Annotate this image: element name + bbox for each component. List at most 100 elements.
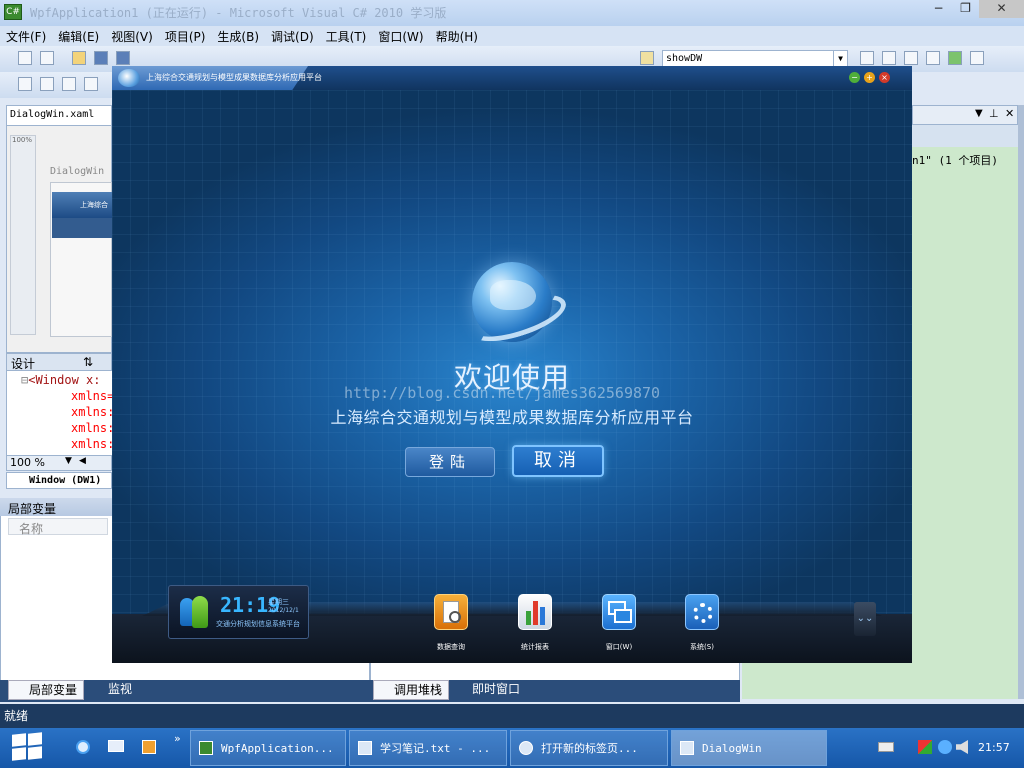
vs-logo-icon: C# <box>4 4 22 20</box>
menu-bar: 文件(F) 编辑(E) 视图(V) 项目(P) 生成(B) 调试(D) 工具(T) 窗口(W)… <box>0 26 1024 46</box>
more-pinned-icon[interactable]: » <box>174 732 181 745</box>
dialog-maximize-icon[interactable]: + <box>864 72 875 83</box>
task-notepad[interactable]: 学习笔记.txt - ... <box>349 730 507 766</box>
desktop-icon[interactable] <box>108 740 124 752</box>
solution-explorer-icon[interactable] <box>860 51 874 65</box>
ie-icon[interactable] <box>76 740 90 754</box>
menu-tools[interactable]: 工具(T) <box>320 26 373 46</box>
split-tabs: 设计 ⇅ <box>6 353 112 371</box>
swap-panes-icon[interactable]: ⇅ <box>83 355 93 369</box>
data-query-icon[interactable] <box>434 594 468 630</box>
chevron-down-icon[interactable]: ▼ <box>65 456 72 466</box>
tab-callstack[interactable]: 调用堆栈 <box>373 680 449 700</box>
zoom-slider[interactable] <box>10 135 36 335</box>
solution-pane-header: ▼ ⊥ ✕ <box>912 105 1018 125</box>
system-gear-icon[interactable] <box>685 594 719 630</box>
menu-file[interactable]: 文件(F) <box>0 26 52 46</box>
dock-label-window: 窗口(W) <box>605 643 633 651</box>
toolbox-icon[interactable] <box>926 51 940 65</box>
menu-debug[interactable]: 调试(D) <box>265 26 320 46</box>
close-button[interactable]: ✕ <box>979 0 1024 18</box>
task-vs[interactable]: WpfApplication... <box>190 730 346 766</box>
zoom-bar: 100 % ▼ ◀ <box>6 455 112 471</box>
minimize-button[interactable]: − <box>925 0 952 18</box>
dock-label-data-query: 数据查询 <box>437 643 465 651</box>
task-dialogwin[interactable]: DialogWin <box>671 730 827 766</box>
taskbar-clock[interactable]: 21:57 <box>978 728 1010 768</box>
close-icon[interactable]: ✕ <box>1005 107 1014 120</box>
menu-view[interactable]: 视图(V) <box>105 26 159 46</box>
tab-watch[interactable]: 监视 <box>88 680 148 700</box>
zoom-select[interactable]: 100 % <box>10 456 45 469</box>
network-icon[interactable] <box>938 740 952 754</box>
menu-edit[interactable]: 编辑(E) <box>52 26 105 46</box>
xml-line: ⊟<Window x: <box>21 373 101 387</box>
blog-watermark: http://blog.csdn.net/james362569870 <box>344 384 661 402</box>
menu-build[interactable]: 生成(B) <box>211 26 265 46</box>
size-icon[interactable] <box>40 77 54 91</box>
start-windows-icon[interactable] <box>12 732 44 762</box>
design-tab[interactable]: 设计 <box>11 355 35 372</box>
globe-logo-icon <box>118 69 140 87</box>
status-bar: 就绪 <box>0 704 1024 728</box>
restore-button[interactable]: ❐ <box>952 0 979 18</box>
menu-project[interactable]: 项目(P) <box>159 26 212 46</box>
solution-item[interactable]: n1" (1 个项目) <box>912 152 998 168</box>
app-pin-icon[interactable] <box>142 740 156 754</box>
locals-column-name[interactable]: 名称 <box>8 518 108 536</box>
layout-toolbar <box>0 72 120 98</box>
dock-expand-icon[interactable]: ⌄⌄ <box>854 602 876 636</box>
find-combo-value: showDW <box>666 53 703 64</box>
right-scrollbar[interactable] <box>1018 105 1024 699</box>
menu-help[interactable]: 帮助(H) <box>430 26 484 46</box>
menu-window[interactable]: 窗口(W) <box>372 26 429 46</box>
breadcrumb[interactable]: Window (DW1) <box>6 472 112 489</box>
zoom-percent-label: 100% <box>12 136 33 144</box>
save-icon[interactable] <box>94 51 108 65</box>
find-icon[interactable] <box>640 51 654 65</box>
clock-date: 2012/12/1 <box>268 607 299 614</box>
dialog-minimize-icon[interactable]: − <box>849 72 860 83</box>
dialog-close-icon[interactable]: × <box>879 72 890 83</box>
chevron-down-icon[interactable]: ▼ <box>975 108 983 119</box>
add-item-icon[interactable] <box>40 51 54 65</box>
start-page-icon[interactable] <box>948 51 962 65</box>
save-all-icon[interactable] <box>116 51 130 65</box>
extension-icon[interactable] <box>970 51 984 65</box>
platform-name: 上海综合交通规划与模型成果数据库分析应用平台 <box>330 408 694 427</box>
solution-pane-toolbar <box>912 125 1018 147</box>
vs-titlebar: C# WpfApplication1 (正在运行) - Microsoft Vi… <box>0 0 1024 26</box>
designer-window-label: DialogWin <box>50 166 105 177</box>
designer-thumb-body <box>52 218 112 238</box>
xml-line: xmlns: <box>71 405 115 419</box>
pin-icon[interactable]: ⊥ <box>989 107 999 120</box>
statistics-report-icon[interactable] <box>518 594 552 630</box>
clock-weekday: 星期三 <box>268 598 289 606</box>
action-center-icon[interactable] <box>918 740 932 754</box>
xaml-editor[interactable]: ⊟<Window x: xmlns= xmlns: xmlns: xmlns: <box>6 371 115 455</box>
xml-line: xmlns: <box>71 437 115 451</box>
task-browser[interactable]: 打开新的标签页... <box>510 730 668 766</box>
align-icon[interactable] <box>18 77 32 91</box>
window-icon[interactable] <box>602 594 636 630</box>
open-file-icon[interactable] <box>72 51 86 65</box>
spacing-icon[interactable] <box>62 77 76 91</box>
dialog-title: 上海综合交通规划与模型成果数据库分析应用平台 <box>146 73 322 82</box>
new-project-icon[interactable] <box>18 51 32 65</box>
dock-label-statistics: 统计报表 <box>521 643 549 651</box>
clock-caption: 交通分析规划信息系统平台 <box>216 620 300 628</box>
scroll-left-icon[interactable]: ◀ <box>79 456 86 466</box>
volume-icon[interactable] <box>956 740 968 754</box>
keyboard-icon[interactable] <box>878 742 894 752</box>
document-tab[interactable]: DialogWin.xaml <box>6 105 112 125</box>
tab-locals[interactable]: 局部变量 <box>8 680 84 700</box>
chevron-down-icon[interactable]: ▼ <box>833 51 847 67</box>
tab-immediate[interactable]: 即时窗口 <box>452 680 532 700</box>
dialog-window: 上海综合交通规划与模型成果数据库分析应用平台 − + × 欢迎使用 http:/… <box>112 66 912 663</box>
object-browser-icon[interactable] <box>904 51 918 65</box>
cancel-button[interactable]: 取消 <box>512 445 604 477</box>
login-button[interactable]: 登陆 <box>405 447 495 477</box>
vs-window-title: WpfApplication1 (正在运行) - Microsoft Visua… <box>30 6 447 20</box>
properties-icon[interactable] <box>882 51 896 65</box>
font-icon[interactable] <box>84 77 98 91</box>
